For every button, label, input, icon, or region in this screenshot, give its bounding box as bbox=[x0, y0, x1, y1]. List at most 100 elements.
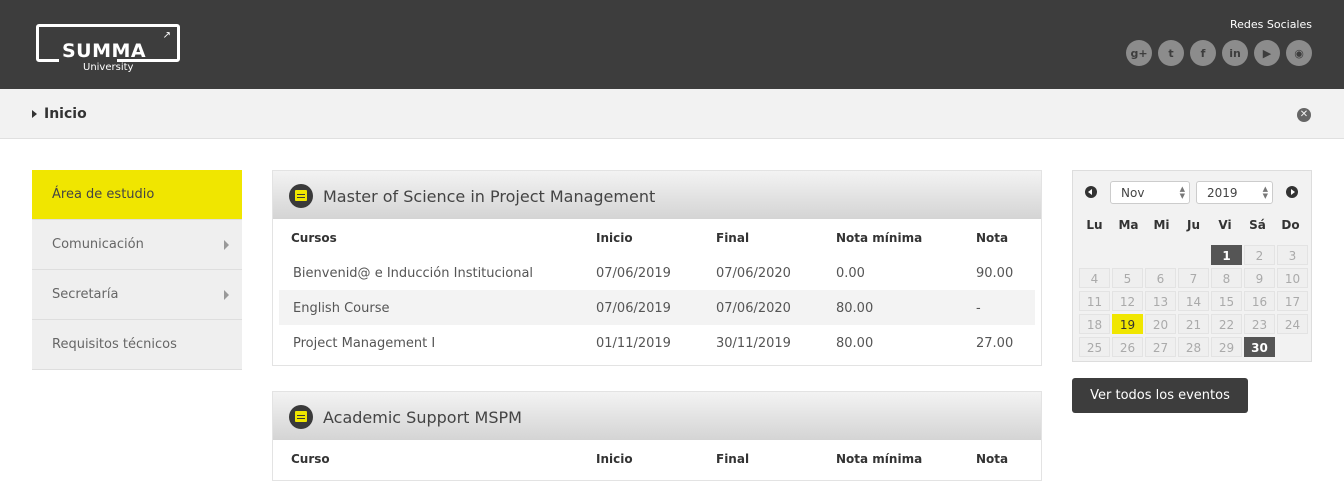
calendar-day[interactable]: 11 bbox=[1079, 291, 1110, 311]
sidebar-item-requisitos[interactable]: Requisitos técnicos bbox=[32, 320, 242, 370]
course-name[interactable]: Bienvenid@ e Inducción Institucional bbox=[293, 266, 533, 281]
grade: 27.00 bbox=[976, 336, 1014, 351]
sidebar-item-label: Secretaría bbox=[52, 287, 119, 302]
linkedin-icon[interactable]: in bbox=[1222, 40, 1248, 66]
calendar-day[interactable]: 6 bbox=[1145, 268, 1176, 288]
calendar-day[interactable]: 27 bbox=[1145, 337, 1176, 357]
calendar-day[interactable]: 25 bbox=[1079, 337, 1110, 357]
sidebar-nav: Área de estudio Comunicación Secretaría … bbox=[32, 170, 242, 370]
sidebar-item-secretaria[interactable]: Secretaría bbox=[32, 270, 242, 320]
month-select[interactable]: Nov ▲ ▼ bbox=[1110, 181, 1190, 204]
calendar-day[interactable]: 17 bbox=[1277, 291, 1308, 311]
calendar-day[interactable]: 29 bbox=[1211, 337, 1242, 357]
spinner-icon: ▲ ▼ bbox=[1179, 185, 1185, 200]
calendar-grid: 1 2 3 4 5 6 7 8 9 10 11 12 13 14 15 16 1… bbox=[1079, 245, 1309, 357]
start-date: 07/06/2019 bbox=[596, 301, 671, 316]
calendar-day[interactable]: 9 bbox=[1244, 268, 1275, 288]
calendar-day[interactable]: 13 bbox=[1145, 291, 1176, 311]
calendar-day[interactable]: 21 bbox=[1178, 314, 1209, 334]
summa-logo[interactable]: ↗ SUMMA University bbox=[36, 24, 180, 73]
calendar-day[interactable]: 4 bbox=[1079, 268, 1110, 288]
end-date: 30/11/2019 bbox=[716, 336, 791, 351]
weekday-header: Lu Ma Mi Ju Vi Sá Do bbox=[1077, 218, 1309, 232]
logo-arrow-icon: ↗ bbox=[162, 30, 171, 41]
panel-header: Academic Support MSPM bbox=[273, 392, 1041, 440]
prev-month-icon[interactable] bbox=[1085, 186, 1097, 198]
column-header: Inicio bbox=[596, 452, 633, 466]
calendar-day[interactable]: 22 bbox=[1211, 314, 1242, 334]
column-header: Nota bbox=[976, 452, 1009, 466]
logo-wordmark: SUMMA bbox=[62, 40, 147, 62]
calendar-day[interactable]: 16 bbox=[1244, 291, 1275, 311]
sidebar-item-label: Requisitos técnicos bbox=[52, 337, 177, 352]
calendar-day[interactable]: 7 bbox=[1178, 268, 1209, 288]
calendar-day[interactable]: 10 bbox=[1277, 268, 1308, 288]
calendar-day[interactable]: 30 bbox=[1244, 337, 1275, 357]
panel-header: Master of Science in Project Management bbox=[273, 171, 1041, 219]
calendar-day[interactable]: 1 bbox=[1211, 245, 1242, 265]
year-value: 2019 bbox=[1207, 186, 1238, 200]
calendar-empty-cell bbox=[1079, 245, 1110, 265]
calendar-widget: Nov ▲ ▼ 2019 ▲ ▼ Lu Ma Mi Ju Vi Sá Do 1 2 … bbox=[1072, 170, 1312, 362]
column-header: Nota bbox=[976, 231, 1009, 245]
calendar-day[interactable]: 3 bbox=[1277, 245, 1308, 265]
column-header: Curso bbox=[291, 452, 330, 466]
calendar-empty-cell bbox=[1145, 245, 1176, 265]
globe-icon[interactable]: ◉ bbox=[1286, 40, 1312, 66]
column-header: Final bbox=[716, 231, 750, 245]
calendar-day[interactable]: 14 bbox=[1178, 291, 1209, 311]
calendar-day[interactable]: 23 bbox=[1244, 314, 1275, 334]
panel-title: Master of Science in Project Management bbox=[323, 187, 656, 206]
facebook-icon[interactable]: f bbox=[1190, 40, 1216, 66]
min-grade: 80.00 bbox=[836, 336, 874, 351]
table-row[interactable]: Project Management I 01/11/2019 30/11/20… bbox=[279, 325, 1035, 360]
program-panel: Academic Support MSPM Curso Inicio Final… bbox=[272, 391, 1042, 481]
calendar-day[interactable]: 5 bbox=[1112, 268, 1143, 288]
sidebar-item-area-estudio[interactable]: Área de estudio bbox=[32, 170, 242, 220]
end-date: 07/06/2020 bbox=[716, 266, 791, 281]
program-panel: Master of Science in Project Management … bbox=[272, 170, 1042, 366]
weekday-label: Ju bbox=[1186, 218, 1200, 232]
calendar-day[interactable]: 24 bbox=[1277, 314, 1308, 334]
calendar-day[interactable]: 18 bbox=[1079, 314, 1110, 334]
next-month-icon[interactable] bbox=[1286, 186, 1298, 198]
table-header: Curso Inicio Final Nota mínima Nota bbox=[273, 440, 1041, 476]
breadcrumb-home-link[interactable]: Inicio bbox=[44, 106, 87, 122]
sidebar-item-comunicacion[interactable]: Comunicación bbox=[32, 220, 242, 270]
weekday-label: Sá bbox=[1249, 218, 1266, 232]
table-header: Cursos Inicio Final Nota mínima Nota bbox=[273, 219, 1041, 255]
start-date: 07/06/2019 bbox=[596, 266, 671, 281]
youtube-icon[interactable]: ▶ bbox=[1254, 40, 1280, 66]
site-header: ↗ SUMMA University Redes Sociales g+ t f… bbox=[0, 0, 1344, 89]
course-name[interactable]: English Course bbox=[293, 301, 389, 316]
spinner-icon: ▲ ▼ bbox=[1262, 185, 1268, 200]
column-header: Nota mínima bbox=[836, 231, 923, 245]
calendar-day[interactable]: 8 bbox=[1211, 268, 1242, 288]
view-all-events-button[interactable]: Ver todos los eventos bbox=[1072, 378, 1248, 413]
calendar-empty-cell bbox=[1112, 245, 1143, 265]
calendar-day[interactable]: 26 bbox=[1112, 337, 1143, 357]
calendar-day[interactable]: 2 bbox=[1244, 245, 1275, 265]
sidebar-item-label: Área de estudio bbox=[52, 187, 155, 202]
close-icon[interactable]: ✕ bbox=[1297, 108, 1311, 122]
column-header: Cursos bbox=[291, 231, 337, 245]
column-header: Final bbox=[716, 452, 750, 466]
month-value: Nov bbox=[1121, 186, 1145, 200]
start-date: 01/11/2019 bbox=[596, 336, 671, 351]
calendar-day[interactable]: 12 bbox=[1112, 291, 1143, 311]
calendar-day[interactable]: 28 bbox=[1178, 337, 1209, 357]
weekday-label: Do bbox=[1281, 218, 1300, 232]
twitter-icon[interactable]: t bbox=[1158, 40, 1184, 66]
table-row[interactable]: English Course 07/06/2019 07/06/2020 80.… bbox=[279, 290, 1035, 325]
year-select[interactable]: 2019 ▲ ▼ bbox=[1196, 181, 1273, 204]
google-plus-icon[interactable]: g+ bbox=[1126, 40, 1152, 66]
course-name[interactable]: Project Management I bbox=[293, 336, 435, 351]
weekday-label: Ma bbox=[1118, 218, 1139, 232]
min-grade: 0.00 bbox=[836, 266, 865, 281]
grade: - bbox=[976, 301, 981, 316]
calendar-icon bbox=[289, 405, 313, 429]
calendar-day-today[interactable]: 19 bbox=[1112, 314, 1143, 334]
calendar-day[interactable]: 20 bbox=[1145, 314, 1176, 334]
table-row[interactable]: Bienvenid@ e Inducción Institucional 07/… bbox=[279, 255, 1035, 290]
calendar-day[interactable]: 15 bbox=[1211, 291, 1242, 311]
